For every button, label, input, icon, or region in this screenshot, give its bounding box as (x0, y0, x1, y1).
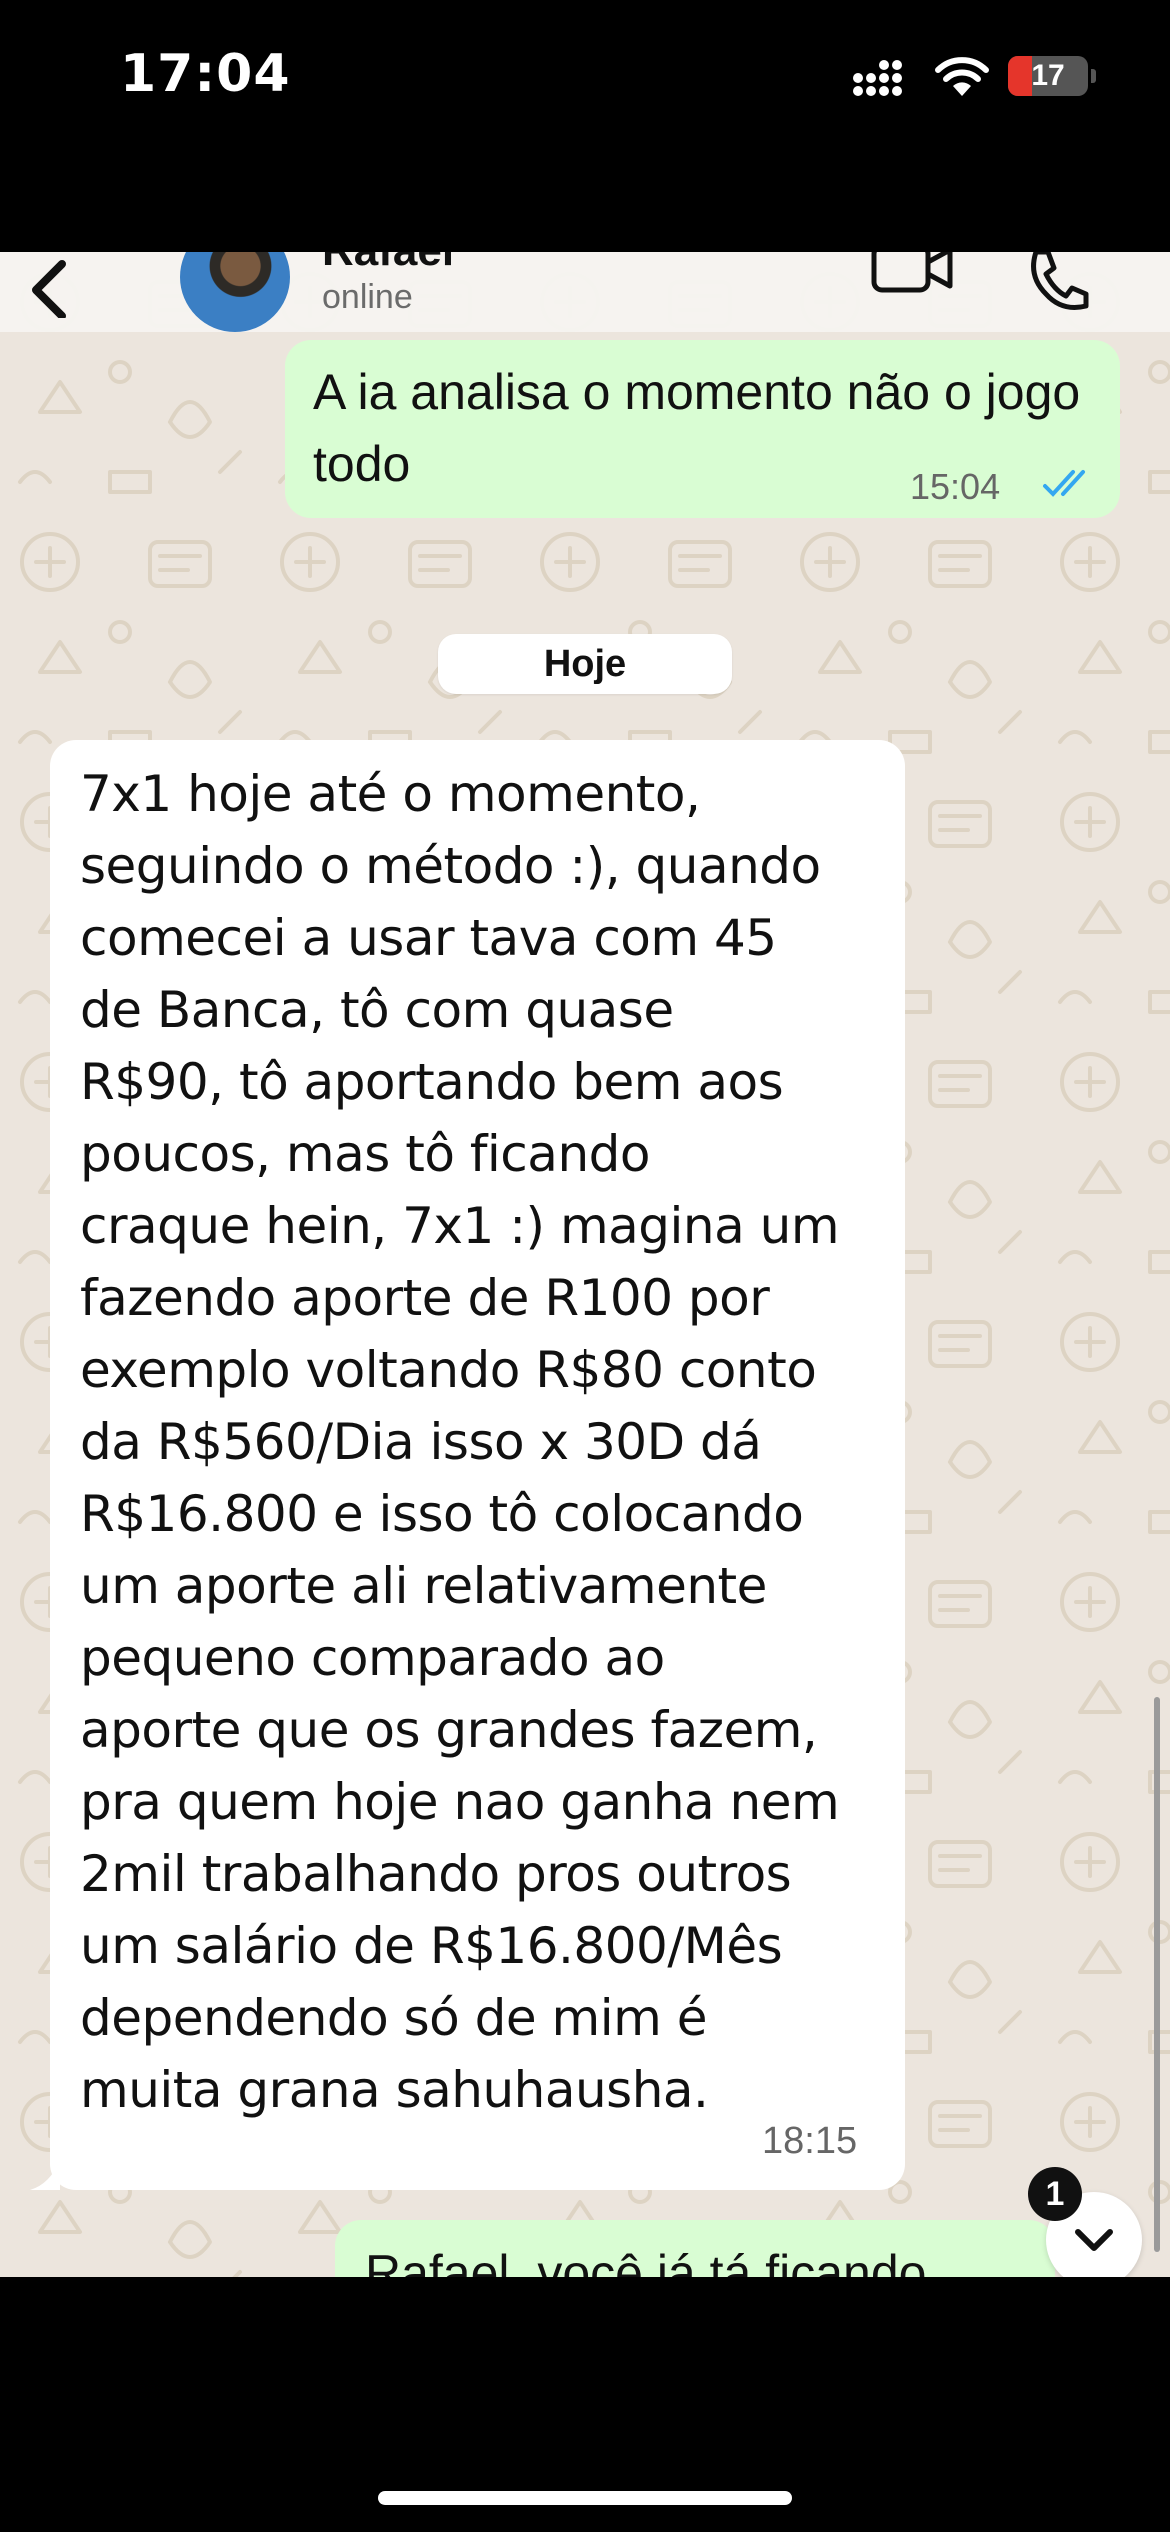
message-time: 18:15 (762, 2120, 858, 2162)
incoming-message[interactable]: 7x1 hoje até o momento, seguindo o métod… (30, 740, 905, 2190)
back-chevron-icon[interactable] (24, 258, 74, 318)
bubble-tail (30, 2160, 60, 2190)
battery-level: 17 (1031, 59, 1065, 92)
unread-count-badge: 1 (1028, 2167, 1082, 2221)
battery-icon: 17 (1008, 56, 1096, 96)
cellular-signal-icon (853, 60, 902, 96)
contact-avatar[interactable] (180, 252, 290, 332)
phone-call-icon[interactable] (1022, 252, 1092, 316)
wifi-icon (935, 57, 989, 96)
chat-area[interactable]: Rafael online A ia analisa o momento não… (0, 252, 1170, 2277)
message-time: 15:04 (910, 466, 1001, 507)
outgoing-message[interactable]: A ia analisa o momento não o jogo todo 1… (285, 340, 1120, 518)
chat-header: Rafael online (0, 252, 1170, 332)
status-bar: 17:04 17 (0, 0, 1170, 252)
message-text: 7x1 hoje até o momento, seguindo o métod… (80, 765, 840, 2119)
scrollbar-thumb[interactable] (1154, 1697, 1160, 2252)
outgoing-message-partial[interactable]: Rafael, você já tá ficando (335, 2220, 1055, 2277)
date-separator: Hoje (438, 634, 732, 694)
message-text: Rafael, você já tá ficando (365, 2245, 927, 2277)
contact-name[interactable]: Rafael (322, 252, 454, 276)
status-time: 17:04 (120, 44, 291, 104)
contact-status: online (322, 278, 413, 316)
read-receipt-icon (1043, 470, 1085, 497)
video-call-icon[interactable] (870, 252, 954, 298)
chevron-down-icon (1075, 2229, 1113, 2251)
home-indicator[interactable] (378, 2491, 792, 2505)
